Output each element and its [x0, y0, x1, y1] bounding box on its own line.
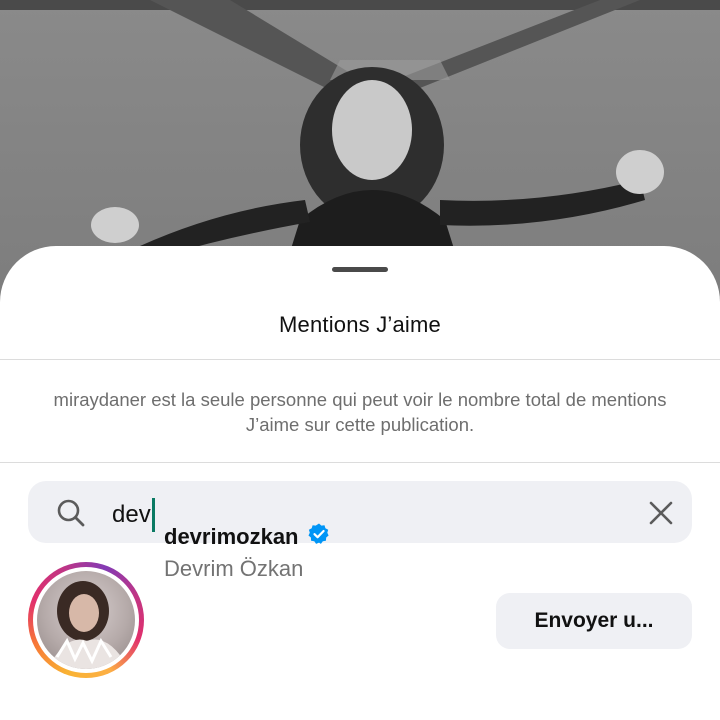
close-icon[interactable]	[648, 500, 674, 531]
send-message-button[interactable]: Envoyer u...	[496, 593, 692, 649]
divider	[0, 359, 720, 360]
search-query-text: dev	[112, 501, 151, 528]
search-field[interactable]: dev	[28, 481, 692, 543]
username-line[interactable]: devrimozkan	[164, 522, 331, 551]
search-input[interactable]: dev	[112, 498, 155, 532]
divider	[0, 462, 720, 463]
username[interactable]: devrimozkan	[164, 524, 299, 550]
likes-bottom-sheet: Mentions J’aime miraydaner est la seule …	[0, 246, 720, 720]
text-caret	[151, 498, 155, 532]
sheet-drag-handle[interactable]	[332, 267, 388, 272]
full-name: Devrim Özkan	[164, 556, 304, 581]
avatar-story-ring[interactable]	[28, 562, 144, 678]
avatar	[37, 571, 135, 669]
search-icon	[56, 498, 86, 533]
sheet-title: Mentions J’aime	[279, 312, 441, 337]
likes-privacy-notice: miraydaner est la seule personne qui peu…	[53, 389, 667, 435]
verified-badge-icon	[307, 522, 331, 551]
